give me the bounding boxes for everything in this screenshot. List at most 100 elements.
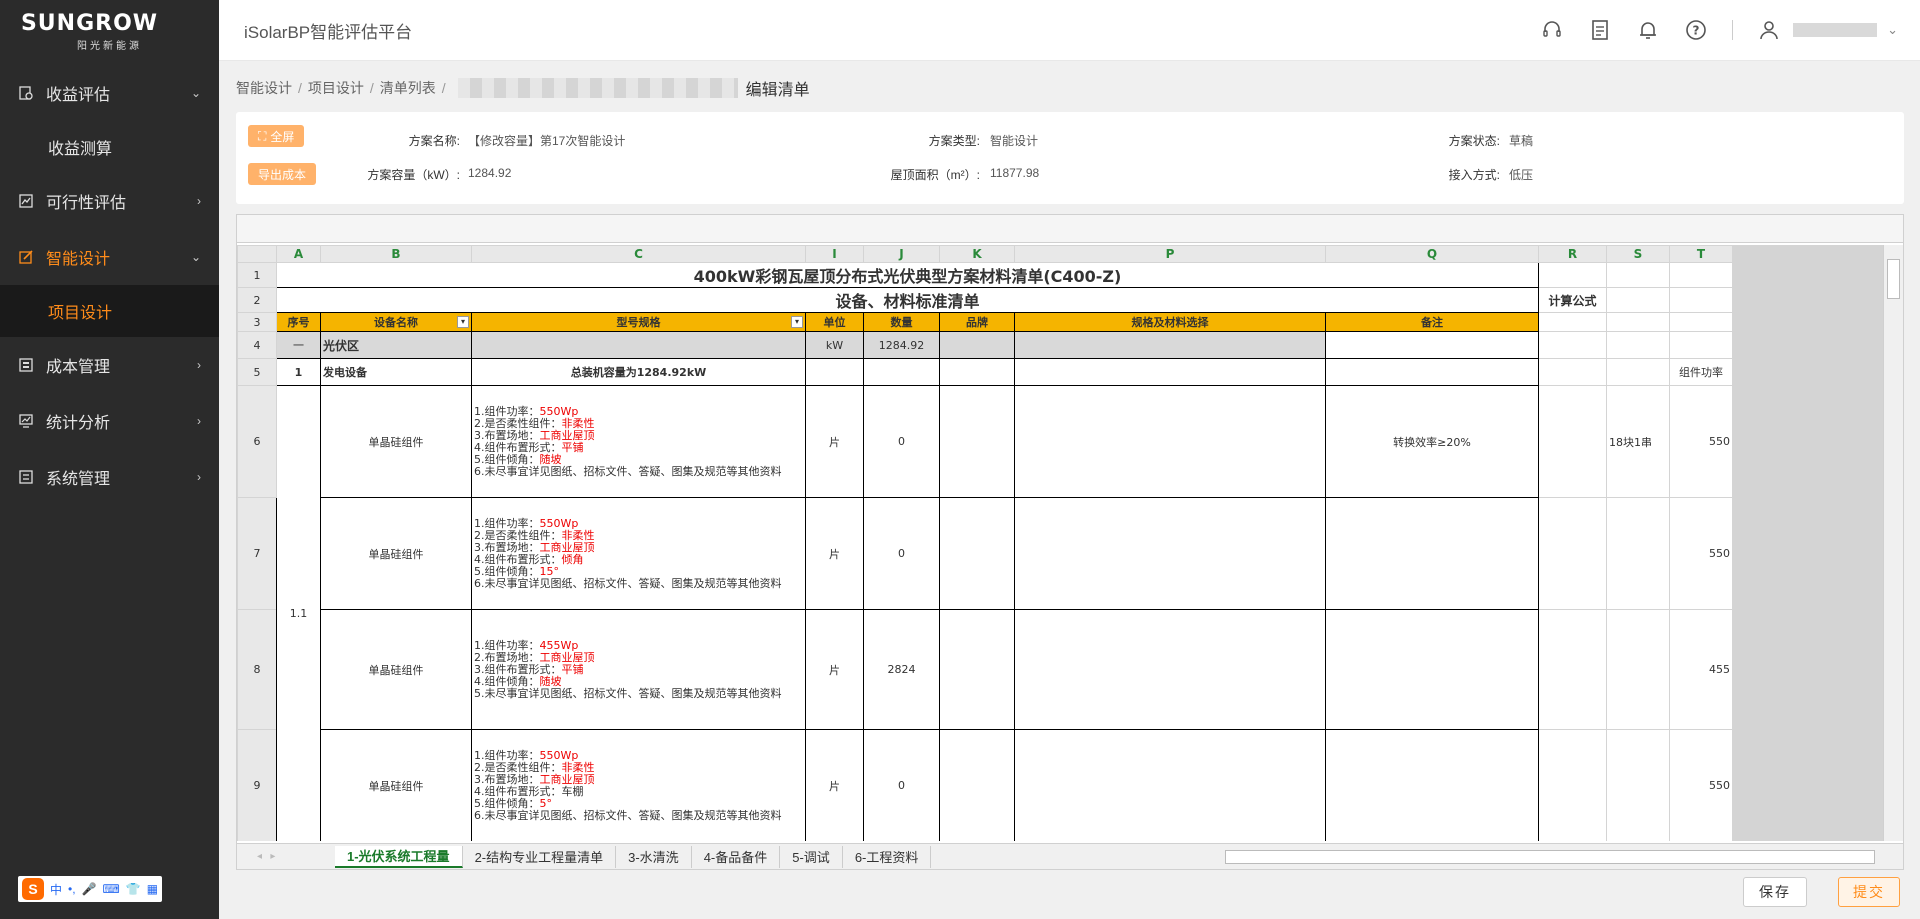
ime-toolbar[interactable]: S 中 •, 🎤 ⌨ 👕 ▦: [18, 876, 163, 902]
horizontal-scrollbar[interactable]: [1225, 850, 1875, 864]
cell[interactable]: 片: [805, 497, 864, 610]
cell[interactable]: [1538, 497, 1607, 610]
sidebar-item-cost[interactable]: 成本管理 ›: [0, 337, 219, 393]
skin-icon[interactable]: 👕: [126, 882, 141, 896]
row-header[interactable]: 7: [237, 497, 277, 610]
help-icon[interactable]: ?: [1684, 18, 1708, 42]
cell[interactable]: 18块1串: [1606, 385, 1670, 498]
row-header[interactable]: 6: [237, 385, 277, 498]
cell[interactable]: 总装机容量为1284.92kW: [471, 358, 806, 386]
cell[interactable]: [1606, 609, 1670, 730]
sheet-grid[interactable]: A B C I J K P Q R S T 1 400kW彩钢瓦屋顶分布式光伏典…: [237, 245, 1883, 841]
row-header[interactable]: 9: [237, 729, 277, 841]
sidebar-item-smart-design[interactable]: 智能设计 ⌄: [0, 229, 219, 285]
sogou-icon[interactable]: S: [22, 878, 44, 900]
cell[interactable]: kW: [805, 331, 864, 359]
cell[interactable]: [1014, 358, 1326, 386]
cell[interactable]: 一: [276, 331, 321, 359]
col-header[interactable]: R: [1538, 245, 1607, 263]
cell[interactable]: 单晶硅组件: [320, 609, 472, 730]
row-header[interactable]: 8: [237, 609, 277, 730]
cell[interactable]: [1538, 609, 1607, 730]
cell[interactable]: 1284.92: [863, 331, 940, 359]
tab-pv-system[interactable]: 1-光伏系统工程量: [335, 845, 463, 868]
col-header[interactable]: A: [276, 245, 321, 263]
header-cell[interactable]: 序号: [276, 312, 321, 332]
cell[interactable]: [805, 358, 864, 386]
cell[interactable]: 片: [805, 609, 864, 730]
cell[interactable]: [1325, 331, 1539, 359]
col-header[interactable]: I: [805, 245, 864, 263]
col-header[interactable]: B: [320, 245, 472, 263]
header-cell[interactable]: 数量: [863, 312, 940, 332]
cell[interactable]: 1.1: [276, 385, 321, 841]
cell[interactable]: [1325, 729, 1539, 841]
cell[interactable]: [1325, 358, 1539, 386]
cell[interactable]: [939, 497, 1015, 610]
header-cell[interactable]: 品牌: [939, 312, 1015, 332]
cell[interactable]: [1538, 312, 1607, 332]
user-name-redacted[interactable]: [1793, 23, 1878, 37]
keyboard-icon[interactable]: ⌨: [103, 882, 120, 896]
header-cell[interactable]: 备注: [1325, 312, 1539, 332]
cell[interactable]: [1606, 497, 1670, 610]
sidebar-item-feasibility[interactable]: 可行性评估 ›: [0, 173, 219, 229]
cell[interactable]: 单晶硅组件: [320, 729, 472, 841]
cell[interactable]: [1014, 385, 1326, 498]
cell[interactable]: [1606, 729, 1670, 841]
cell[interactable]: 455: [1669, 609, 1733, 730]
spec-cell[interactable]: 1.组件功率：550Wp 2.是否柔性组件：非柔性 3.布置场地：工商业屋顶 4…: [471, 385, 806, 498]
cell[interactable]: [939, 729, 1015, 841]
cell[interactable]: [939, 385, 1015, 498]
row-header[interactable]: 1: [237, 262, 277, 288]
cell[interactable]: [1538, 358, 1607, 386]
cell[interactable]: 转换效率≥20%: [1325, 385, 1539, 498]
cell[interactable]: [1669, 331, 1733, 359]
cell[interactable]: [1606, 358, 1670, 386]
cell[interactable]: 550: [1669, 385, 1733, 498]
cell[interactable]: [1606, 331, 1670, 359]
col-header[interactable]: T: [1669, 245, 1733, 263]
cell[interactable]: 片: [805, 385, 864, 498]
cell[interactable]: [939, 358, 1015, 386]
cell[interactable]: 1: [276, 358, 321, 386]
cell[interactable]: 550: [1669, 497, 1733, 610]
cell[interactable]: [939, 609, 1015, 730]
tab-nav-arrows[interactable]: ◂ ▸: [237, 851, 335, 862]
cell[interactable]: 550: [1669, 729, 1733, 841]
breadcrumb-list[interactable]: 清单列表: [380, 78, 436, 98]
chevron-down-icon[interactable]: ⌄: [1887, 22, 1898, 38]
ime-punct[interactable]: •,: [68, 882, 76, 896]
tab-commissioning[interactable]: 5-调试: [780, 845, 843, 868]
cell[interactable]: 0: [863, 385, 940, 498]
microphone-icon[interactable]: 🎤: [82, 882, 97, 896]
cell[interactable]: [1325, 609, 1539, 730]
cell[interactable]: [1606, 262, 1670, 288]
corner-cell[interactable]: [237, 245, 277, 263]
row-header[interactable]: 2: [237, 287, 277, 313]
formula-bar[interactable]: [237, 215, 1903, 243]
cell[interactable]: [1538, 331, 1607, 359]
spec-cell[interactable]: 1.组件功率：550Wp 2.是否柔性组件：非柔性 3.布置场地：工商业屋顶 4…: [471, 729, 806, 841]
cell[interactable]: [1669, 287, 1733, 313]
cell[interactable]: [1538, 729, 1607, 841]
header-cell-with-filter[interactable]: 设备名称 ▾: [320, 312, 472, 332]
cell[interactable]: 单晶硅组件: [320, 385, 472, 498]
apps-icon[interactable]: ▦: [147, 882, 158, 896]
submit-button[interactable]: 提交: [1838, 877, 1900, 907]
headset-icon[interactable]: [1540, 18, 1564, 42]
col-header[interactable]: P: [1014, 245, 1326, 263]
document-icon[interactable]: [1588, 18, 1612, 42]
row-header[interactable]: 4: [237, 331, 277, 359]
cell[interactable]: [1014, 729, 1326, 841]
bell-icon[interactable]: [1636, 18, 1660, 42]
cell[interactable]: 发电设备: [320, 358, 472, 386]
cell[interactable]: 单晶硅组件: [320, 497, 472, 610]
cell[interactable]: [1669, 312, 1733, 332]
vertical-scrollbar[interactable]: [1883, 245, 1903, 841]
cell[interactable]: [1606, 287, 1670, 313]
tab-structure[interactable]: 2-结构专业工程量清单: [463, 845, 617, 868]
row-header[interactable]: 5: [237, 358, 277, 386]
cell[interactable]: 片: [805, 729, 864, 841]
fullscreen-button[interactable]: ⛶ 全屏: [248, 125, 305, 147]
